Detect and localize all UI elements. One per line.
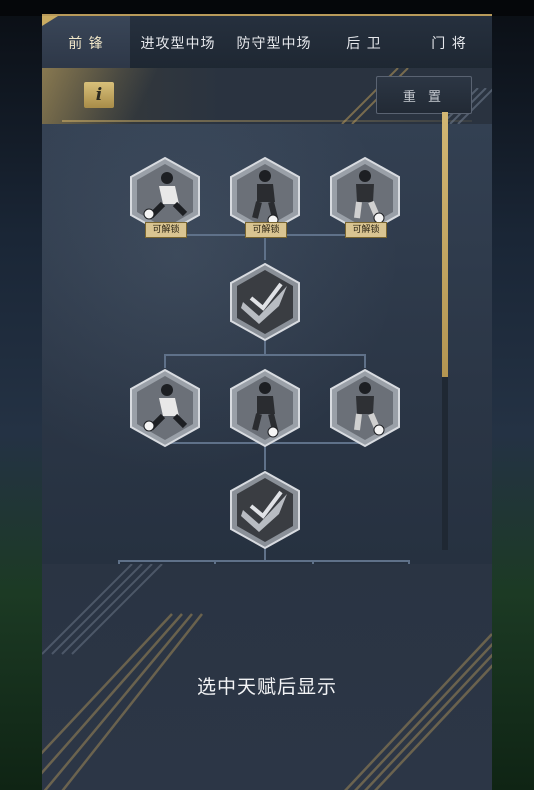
talent-node[interactable]: 可解锁 [129, 156, 201, 238]
talent-node[interactable] [129, 368, 201, 448]
player-dribble-icon [230, 368, 300, 448]
tab-defensive-midfield[interactable]: 防守型中场 [226, 16, 322, 70]
player-kick-icon [330, 368, 400, 448]
rank-node[interactable] [229, 262, 301, 342]
unlockable-badge: 可解锁 [345, 222, 387, 238]
info-icon: i [95, 85, 103, 105]
tab-goalkeeper[interactable]: 门 将 [406, 16, 492, 70]
rank-chevron-icon [230, 262, 300, 342]
reset-button[interactable]: 重 置 [376, 76, 472, 114]
unlockable-badge: 可解锁 [145, 222, 187, 238]
tab-label: 防守型中场 [236, 36, 312, 52]
tab-forward[interactable]: 前 锋 [42, 16, 130, 70]
talent-node[interactable] [329, 368, 401, 448]
unlockable-badge: 可解锁 [245, 222, 287, 238]
talent-node[interactable]: 可解锁 [229, 156, 301, 238]
scrollbar-thumb[interactable] [442, 112, 448, 377]
tab-label: 后 卫 [346, 36, 382, 52]
tab-label: 前 锋 [68, 36, 104, 52]
talent-node[interactable]: 可解锁 [329, 156, 401, 238]
connector-line [364, 354, 366, 368]
tab-label: 门 将 [431, 36, 467, 52]
talent-details: 选中天赋后显示 [42, 564, 492, 790]
tab-attacking-midfield[interactable]: 进攻型中场 [130, 16, 226, 70]
reset-label: 重 置 [402, 89, 446, 105]
talent-tree: 可解锁 可解锁 可解锁 [42, 124, 492, 564]
tab-defender[interactable]: 后 卫 [322, 16, 406, 70]
rank-chevron-icon [230, 470, 300, 550]
details-placeholder: 选中天赋后显示 [196, 676, 337, 698]
talent-panel: 前 锋 进攻型中场 防守型中场 后 卫 门 将 i 重 置 可解锁 可解锁 可解… [42, 14, 492, 790]
connector-line [118, 560, 410, 562]
tab-label: 进攻型中场 [140, 36, 216, 52]
rank-node[interactable] [229, 470, 301, 550]
connector-line [164, 354, 166, 368]
player-sprint-icon [130, 368, 200, 448]
info-button[interactable]: i [84, 82, 114, 108]
position-tabs: 前 锋 进攻型中场 防守型中场 后 卫 门 将 [42, 14, 492, 70]
connector-line [164, 354, 364, 356]
talent-node[interactable] [229, 368, 301, 448]
